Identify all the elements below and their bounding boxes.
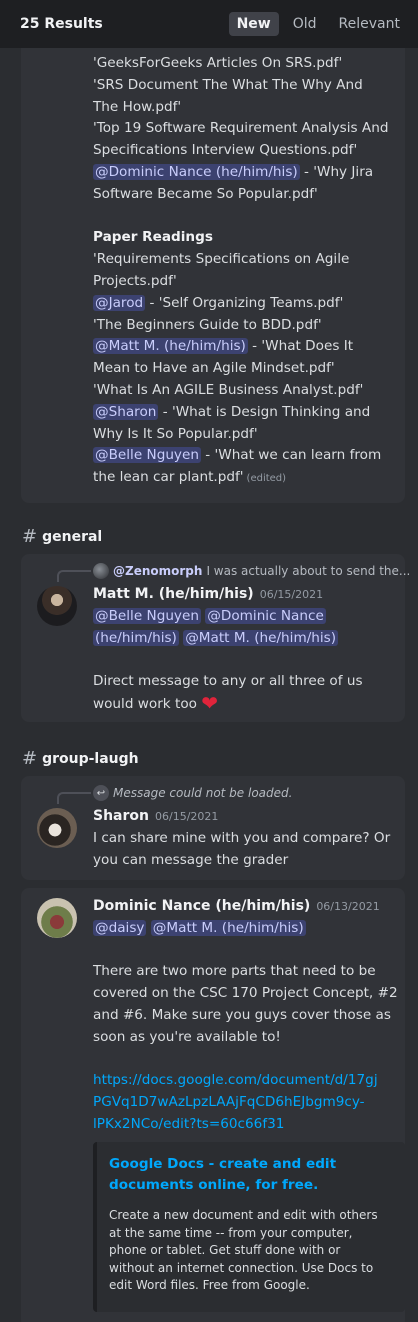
docs-link[interactable]: https://docs.google.com/document/d/17gj <box>93 1070 397 1092</box>
user-mention[interactable]: @Matt M. (he/him/his) <box>150 919 306 936</box>
user-mention[interactable]: @Dominic Nance <box>205 607 326 624</box>
user-mention[interactable]: @Jarod <box>93 294 146 311</box>
message-line: the lean car plant.pdf' <box>93 469 244 486</box>
embed-desc-line: at the same time -- from your computer, <box>109 1225 353 1240</box>
message-timestamp: 06/13/2021 <box>316 900 380 913</box>
message-author[interactable]: Sharon <box>93 808 149 824</box>
message-author[interactable]: Matt M. (he/him/his) <box>93 586 254 602</box>
message-line: Specifications Interview Questions.pdf' <box>93 142 358 159</box>
channel-hash-icon: # <box>22 526 38 547</box>
message-line: would work too <box>93 695 197 712</box>
message-line: Mean to Have an Agile Mindset.pdf' <box>93 360 335 377</box>
search-result-message[interactable]: ↩ Message could not be loaded. Sharon 06/… <box>21 776 405 880</box>
reply-connector <box>57 570 91 582</box>
message-timestamp: 06/15/2021 <box>259 588 324 601</box>
reply-author[interactable]: @Zenomorph <box>113 564 202 578</box>
reply-connector <box>57 792 91 804</box>
message-line: 'The Beginners Guide to BDD.pdf' <box>93 316 322 333</box>
message-line: 'Requirements Specifications on Agile <box>93 251 350 268</box>
message-line: - 'Why Jira <box>299 163 374 180</box>
message-content: Dominic Nance (he/him/his) 06/13/2021 @da… <box>93 896 398 1136</box>
user-mention[interactable]: @Dominic Nance (he/him/his) <box>93 163 300 180</box>
message-line: and #6. Make sure you guys cover those a… <box>93 1006 391 1023</box>
message-line: I can share mine with you and compare? O… <box>93 829 391 846</box>
embed-title[interactable]: Google Docs - create and edit documents … <box>109 1154 369 1196</box>
user-mention[interactable]: @Sharon <box>93 403 159 420</box>
sort-relevant-button[interactable]: Relevant <box>331 12 408 36</box>
message-content: Matt M. (he/him/his) 06/15/2021 @Belle Ng… <box>93 584 397 716</box>
embed-title-line[interactable]: documents online, for free. <box>109 1175 369 1196</box>
message-line: Projects.pdf' <box>93 272 177 289</box>
reply-text: Message could not be loaded. <box>113 786 293 800</box>
reply-text: I was actually about to send the... <box>206 564 411 578</box>
channel-header-group-laugh[interactable]: # group-laugh <box>22 748 139 769</box>
user-mention[interactable]: @Belle Nguyen <box>93 447 201 464</box>
message-line: - 'Self Organizing Teams.pdf' <box>145 294 344 311</box>
message-line: Direct message to any or all three of us <box>93 673 363 690</box>
search-results-header: 25 Results New Old Relevant <box>0 0 418 48</box>
sort-new-button[interactable]: New <box>228 12 279 36</box>
message-line: Why Is It So Popular.pdf' <box>93 425 258 442</box>
message-timestamp: 06/15/2021 <box>155 810 219 823</box>
message-line: 'SRS Document The What The Why And <box>93 76 363 93</box>
message-line: There are two more parts that need to be <box>93 963 376 980</box>
message-line: - 'What Does It <box>247 338 354 355</box>
message-content: Sharon 06/15/2021 I can share mine with y… <box>93 806 397 871</box>
user-mention[interactable]: @daisy <box>93 919 147 936</box>
message-line: Software Became So Popular.pdf' <box>93 185 318 202</box>
message-line: The How.pdf' <box>93 98 182 115</box>
message-line: - 'What is Design Thinking and <box>158 403 371 420</box>
avatar[interactable] <box>37 898 77 938</box>
reply-arrow-icon: ↩ <box>93 785 109 801</box>
user-mention[interactable]: (he/him/his) <box>93 629 179 646</box>
message-line: covered on the CSC 170 Project Concept, … <box>93 985 398 1002</box>
edited-label: (edited) <box>246 473 287 485</box>
message-line: - 'What we can learn from <box>200 447 382 464</box>
link-embed: Google Docs - create and edit documents … <box>93 1142 405 1312</box>
avatar[interactable] <box>37 586 77 626</box>
message-author[interactable]: Dominic Nance (he/him/his) <box>93 898 310 914</box>
message-line: soon as you're available to! <box>93 1028 281 1045</box>
channel-name: group-laugh <box>42 750 139 767</box>
message-line: 'Top 19 Software Requirement Analysis An… <box>93 120 389 137</box>
embed-title-line[interactable]: Google Docs - create and edit <box>109 1154 369 1175</box>
search-result-message[interactable]: 'GeeksForGeeks Articles On SRS.pdf' 'SRS… <box>21 48 405 503</box>
results-count: 25 Results <box>20 16 103 32</box>
user-mention[interactable]: @Matt M. (he/him/his) <box>183 629 339 646</box>
embed-description: Create a new document and edit with othe… <box>109 1207 399 1295</box>
docs-link[interactable]: lPKx2NCo/edit?ts=60c66f31 <box>93 1114 397 1136</box>
avatar[interactable] <box>37 808 77 848</box>
embed-desc-line: phone or tablet. Get stuff done with or <box>109 1243 341 1257</box>
sort-old-button[interactable]: Old <box>285 12 325 36</box>
channel-name: general <box>42 528 103 545</box>
user-mention[interactable]: @Belle Nguyen <box>93 607 201 624</box>
embed-desc-line: without an internet connection. Use Docs… <box>109 1260 374 1275</box>
message-content: 'GeeksForGeeks Articles On SRS.pdf' 'SRS… <box>93 53 397 490</box>
search-result-message[interactable]: @Zenomorph I was actually about to send … <box>21 554 410 722</box>
reply-preview: ↩ Message could not be loaded. <box>93 785 292 801</box>
message-line: you can message the grader <box>93 851 289 868</box>
message-line: 'What Is An AGILE Business Analyst.pdf' <box>93 381 364 398</box>
embed-desc-line: edit Word files. Free from Google. <box>109 1278 310 1292</box>
section-heading: Paper Readings <box>93 229 213 246</box>
message-line: 'GeeksForGeeks Articles On SRS.pdf' <box>93 55 343 71</box>
heart-emoji-icon: ❤ <box>201 690 219 715</box>
docs-link[interactable]: PGVq1D7wAzLpzLAAjFqCD6hEJbgm9cy- <box>93 1092 397 1114</box>
channel-hash-icon: # <box>22 748 38 769</box>
search-results-list[interactable]: 'GeeksForGeeks Articles On SRS.pdf' 'SRS… <box>0 48 418 1322</box>
channel-header-general[interactable]: # general <box>22 526 102 547</box>
user-mention[interactable]: @Matt M. (he/him/his) <box>93 338 248 355</box>
reply-preview[interactable]: @Zenomorph I was actually about to send … <box>93 563 410 579</box>
embed-desc-line: Create a new document and edit with othe… <box>109 1208 378 1222</box>
reply-avatar-icon <box>93 563 109 579</box>
